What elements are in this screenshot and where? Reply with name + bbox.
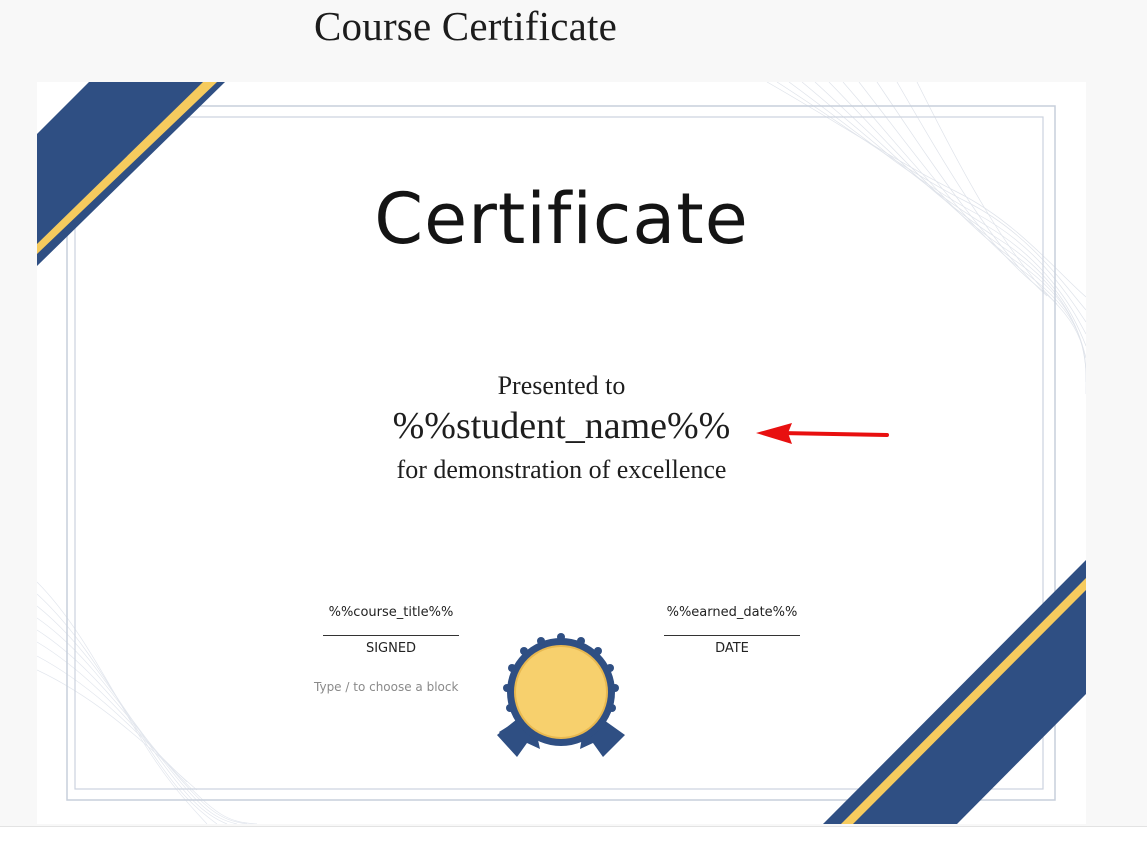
red-arrow-icon (756, 423, 889, 444)
earned-date-placeholder[interactable]: %%earned_date%% (664, 604, 800, 630)
seal-icon (497, 633, 625, 757)
earned-date-block: %%earned_date%% DATE (664, 604, 800, 656)
course-title-placeholder[interactable]: %%course_title%% (323, 604, 459, 630)
date-line (664, 635, 800, 636)
bottom-bar (0, 826, 1147, 843)
signed-label[interactable]: SIGNED (323, 641, 459, 656)
ribbon-bottom-right (823, 560, 1086, 824)
student-name-placeholder[interactable]: %%student_name%% (37, 404, 1086, 448)
presented-to-text[interactable]: Presented to (37, 371, 1086, 401)
certificate-heading[interactable]: Certificate (37, 178, 1086, 260)
certificate-canvas[interactable]: Certificate Presented to %%student_name%… (37, 82, 1086, 824)
date-label[interactable]: DATE (664, 641, 800, 656)
wave-pattern-bottom-left (37, 581, 258, 824)
signature-line (323, 635, 459, 636)
block-placeholder-hint[interactable]: Type / to choose a block (314, 680, 458, 694)
page-title: Course Certificate (314, 3, 618, 49)
excellence-text[interactable]: for demonstration of excellence (37, 455, 1086, 485)
course-title-block: %%course_title%% SIGNED (323, 604, 459, 656)
